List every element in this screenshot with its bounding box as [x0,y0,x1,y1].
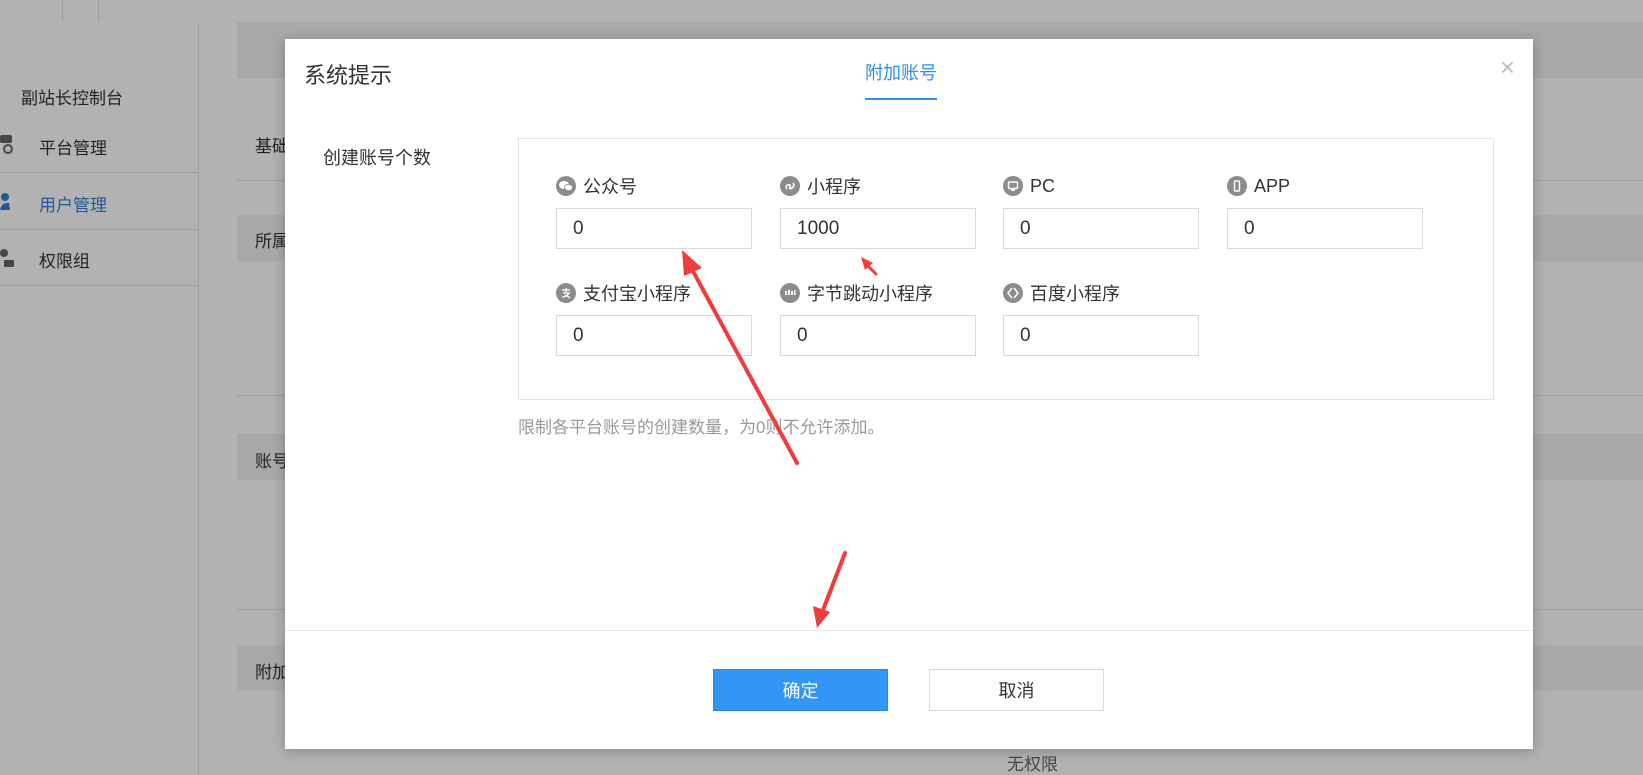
account-name: 百度小程序 [1030,284,1120,304]
account-pc: PC [1003,174,1199,249]
account-alipay: 支付宝小程序 [556,281,752,356]
wechat-icon [556,176,576,196]
alipay-icon [556,283,576,303]
account-wechat: 公众号 [556,174,752,249]
footer-divider [285,630,1533,631]
account-name: 小程序 [807,177,861,197]
modal-title: 系统提示 [304,63,393,88]
baidu-count-input[interactable] [1003,315,1199,356]
pc-icon [1003,176,1023,196]
account-name: APP [1254,175,1291,196]
app-count-input[interactable] [1227,208,1423,249]
account-name: 字节跳动小程序 [807,284,933,304]
account-name: 支付宝小程序 [583,284,691,304]
account-name: 公众号 [583,177,637,197]
baidu-icon [1003,283,1023,303]
bytedance-count-input[interactable] [780,315,976,356]
app-icon [1227,176,1247,196]
bytedance-icon [780,283,800,303]
account-baidu: 百度小程序 [1003,281,1199,356]
account-name: PC [1030,175,1056,196]
create-account-count-label: 创建账号个数 [323,148,431,168]
tab-additional-accounts[interactable]: 附加账号 [865,59,937,100]
close-icon[interactable]: × [1500,54,1515,80]
alipay-count-input[interactable] [556,315,752,356]
account-mini-program: 小程序 [780,174,976,249]
account-count-panel: 公众号 小程序 PC [518,138,1494,400]
mini-program-icon [780,176,800,196]
wechat-count-input[interactable] [556,208,752,249]
cancel-button[interactable]: 取消 [929,669,1104,711]
hint-text: 限制各平台账号的创建数量，为0则不允许添加。 [518,418,885,437]
account-app: APP [1227,174,1423,249]
confirm-button[interactable]: 确定 [713,669,888,711]
account-bytedance: 字节跳动小程序 [780,281,976,356]
mini-program-count-input[interactable] [780,208,976,249]
system-prompt-modal: 系统提示 附加账号 × 创建账号个数 公众号 小程序 [285,39,1533,749]
pc-count-input[interactable] [1003,208,1199,249]
